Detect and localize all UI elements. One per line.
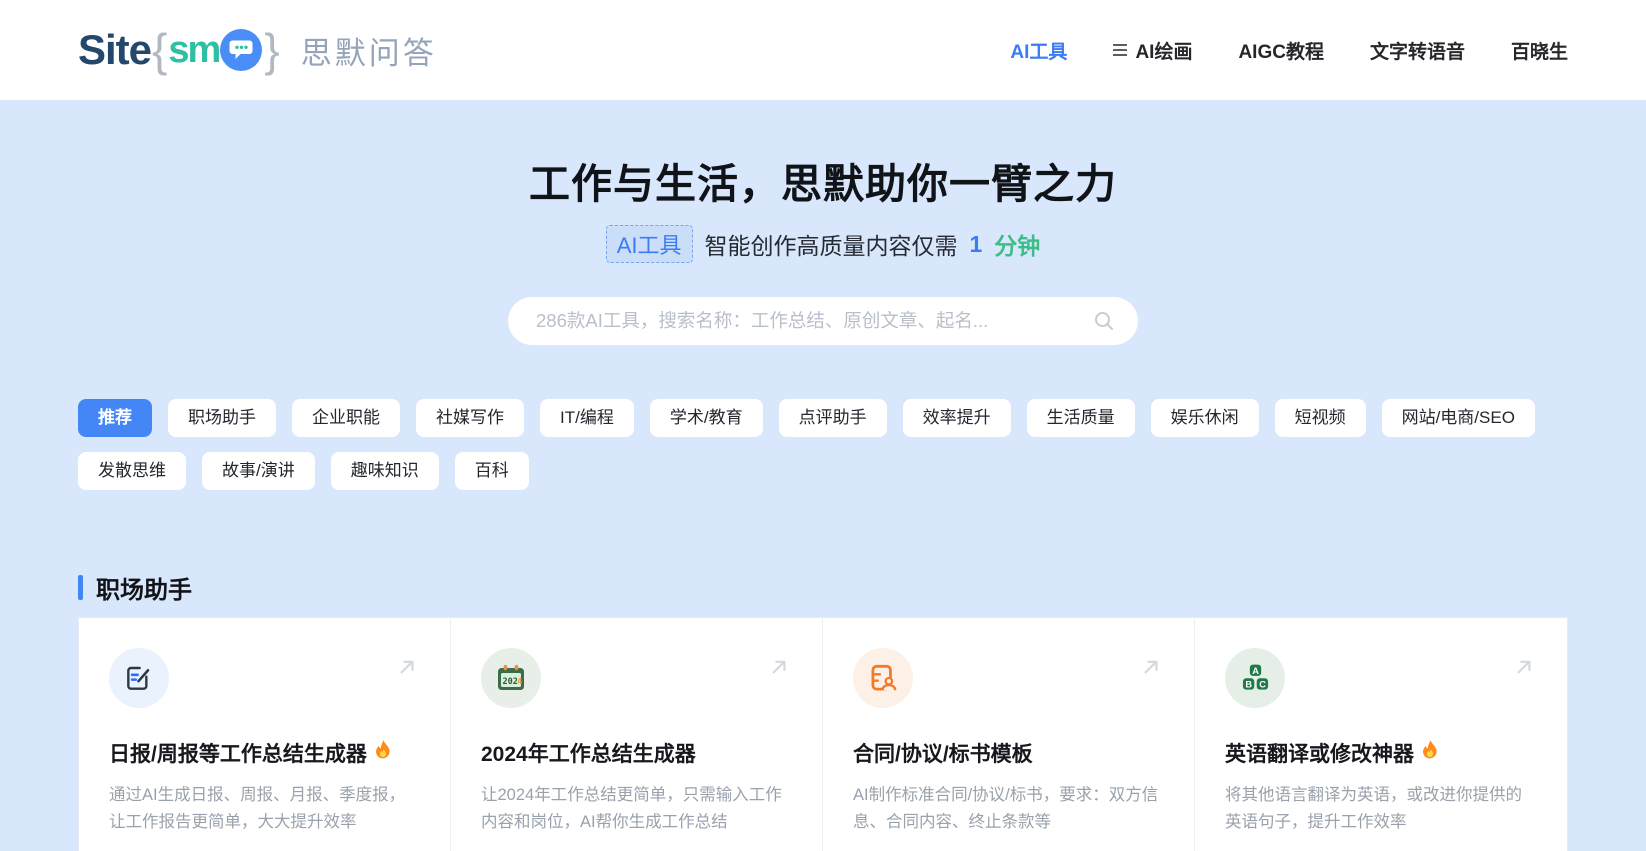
category-chip[interactable]: 职场助手: [168, 399, 276, 437]
logo-brace-open: {: [152, 27, 167, 73]
category-chip[interactable]: 短视频: [1275, 399, 1366, 437]
contract-user-icon: [853, 648, 913, 708]
open-tool-arrow-icon[interactable]: [1511, 654, 1537, 680]
category-chip[interactable]: 娱乐休闲: [1151, 399, 1259, 437]
logo-brace-close: }: [264, 27, 279, 73]
tool-card[interactable]: 2024 2024年工作总结生成器让2024年工作总结更简单，只需输入工作内容和岗…: [451, 618, 823, 851]
nav-item[interactable]: AI绘画: [1113, 37, 1192, 64]
category-chip[interactable]: 故事/演讲: [202, 452, 315, 490]
card-description: AI制作标准合同/协议/标书，要求：双方信息、合同内容、终止条款等: [853, 782, 1164, 835]
category-chip[interactable]: 效率提升: [903, 399, 1011, 437]
tool-card[interactable]: 日报/周报等工作总结生成器通过AI生成日报、周报、月报、季度报，让工作报告更简单…: [79, 618, 451, 851]
subtitle-unit: 分钟: [994, 227, 1040, 261]
nav-item-label: 文字转语音: [1370, 37, 1465, 64]
calendar-2024-icon: 2024: [481, 648, 541, 708]
fire-icon: [371, 739, 394, 768]
document-edit-icon: [109, 648, 169, 708]
card-title: 英语翻译或修改神器: [1225, 738, 1537, 768]
tool-card[interactable]: ABC 英语翻译或修改神器将其他语言翻译为英语，或改进你提供的英语句子，提升工作效…: [1195, 618, 1567, 851]
nav-item[interactable]: AIGC教程: [1238, 37, 1324, 64]
hero: 工作与生活，思默助你一臂之力 AI工具 智能创作高质量内容仅需 1 分钟: [0, 100, 1646, 345]
logo[interactable]: Site { sm } 思默问答: [78, 26, 437, 74]
nav-item-label: AI工具: [1010, 37, 1067, 64]
brand-name: 思默问答: [301, 28, 437, 73]
category-chip[interactable]: 点评助手: [779, 399, 887, 437]
page-title: 工作与生活，思默助你一臂之力: [0, 158, 1646, 211]
nav-item[interactable]: 文字转语音: [1370, 37, 1465, 64]
nav-item-label: AI绘画: [1135, 37, 1192, 64]
search-input[interactable]: [536, 310, 1092, 332]
page: Site { sm } 思默问答 AI工具AI绘画AIGC教程文字转语音百晓生 …: [0, 0, 1646, 851]
search-bar: [508, 297, 1138, 345]
tool-cards-panel: 日报/周报等工作总结生成器通过AI生成日报、周报、月报、季度报，让工作报告更简单…: [78, 617, 1568, 851]
category-chip[interactable]: IT/编程: [540, 399, 634, 437]
category-row-2: 发散思维故事/演讲趣味知识百科: [78, 452, 1568, 490]
tool-card[interactable]: 合同/协议/标书模板 AI制作标准合同/协议/标书，要求：双方信息、合同内容、终止…: [823, 618, 1195, 851]
hero-subtitle: AI工具 智能创作高质量内容仅需 1 分钟: [0, 225, 1646, 263]
open-tool-arrow-icon[interactable]: [766, 654, 792, 680]
category-filters: 推荐职场助手企业职能社媒写作 IT/编程学术/教育点评助手效率提升生活质量娱乐休闲…: [0, 399, 1646, 490]
card-title: 2024年工作总结生成器: [481, 738, 792, 768]
card-title: 合同/协议/标书模板: [853, 738, 1164, 768]
fire-icon: [1418, 739, 1441, 768]
card-description: 通过AI生成日报、周报、月报、季度报，让工作报告更简单，大大提升效率: [109, 782, 420, 835]
section-title: 职场助手: [96, 570, 192, 605]
menu-icon: [1113, 44, 1127, 56]
category-chip[interactable]: 百科: [455, 452, 529, 490]
category-chip[interactable]: 推荐: [78, 399, 152, 437]
section-header: 职场助手: [0, 570, 1646, 605]
svg-text:A: A: [1252, 666, 1259, 676]
logo-site-text: Site: [78, 26, 151, 74]
category-chip[interactable]: 社媒写作: [416, 399, 524, 437]
nav-item-label: AIGC教程: [1238, 37, 1324, 64]
nav-item[interactable]: AI工具: [1010, 37, 1067, 64]
section-accent-bar: [78, 575, 83, 600]
svg-text:B: B: [1245, 679, 1252, 689]
open-tool-arrow-icon[interactable]: [1138, 654, 1164, 680]
main-nav: AI工具 AI绘画 AIGC教程 文字转语音 百晓生: [1010, 37, 1568, 64]
header: Site { sm } 思默问答 AI工具 AI绘画 AIGC教程 文字转语音 百晓生: [0, 0, 1646, 100]
ai-tools-badge: AI工具: [606, 225, 693, 263]
svg-text:4: 4: [517, 677, 522, 687]
category-chip[interactable]: 学术/教育: [650, 399, 763, 437]
card-title: 日报/周报等工作总结生成器: [109, 738, 420, 768]
logo-sm-text: sm: [168, 29, 219, 72]
search-icon[interactable]: [1092, 309, 1116, 333]
category-chip[interactable]: 趣味知识: [331, 452, 439, 490]
abc-blocks-icon: ABC: [1225, 648, 1285, 708]
category-chip[interactable]: 企业职能: [292, 399, 400, 437]
category-chip[interactable]: 网站/电商/SEO: [1382, 399, 1535, 437]
card-description: 将其他语言翻译为英语，或改进你提供的英语句子，提升工作效率: [1225, 782, 1537, 835]
svg-text:C: C: [1259, 679, 1266, 689]
chat-bubble-icon: [220, 29, 262, 71]
logo-mark: Site { sm }: [78, 26, 281, 74]
nav-item-label: 百晓生: [1511, 37, 1568, 64]
subtitle-number: 1: [970, 231, 983, 258]
category-chip[interactable]: 发散思维: [78, 452, 186, 490]
card-description: 让2024年工作总结更简单，只需输入工作内容和岗位，AI帮你生成工作总结: [481, 782, 792, 835]
nav-item[interactable]: 百晓生: [1511, 37, 1568, 64]
category-chip[interactable]: 生活质量: [1027, 399, 1135, 437]
subtitle-text: 智能创作高质量内容仅需: [705, 227, 958, 261]
open-tool-arrow-icon[interactable]: [394, 654, 420, 680]
category-row-1: 推荐职场助手企业职能社媒写作 IT/编程学术/教育点评助手效率提升生活质量娱乐休闲…: [78, 399, 1568, 437]
svg-text:202: 202: [503, 677, 518, 687]
